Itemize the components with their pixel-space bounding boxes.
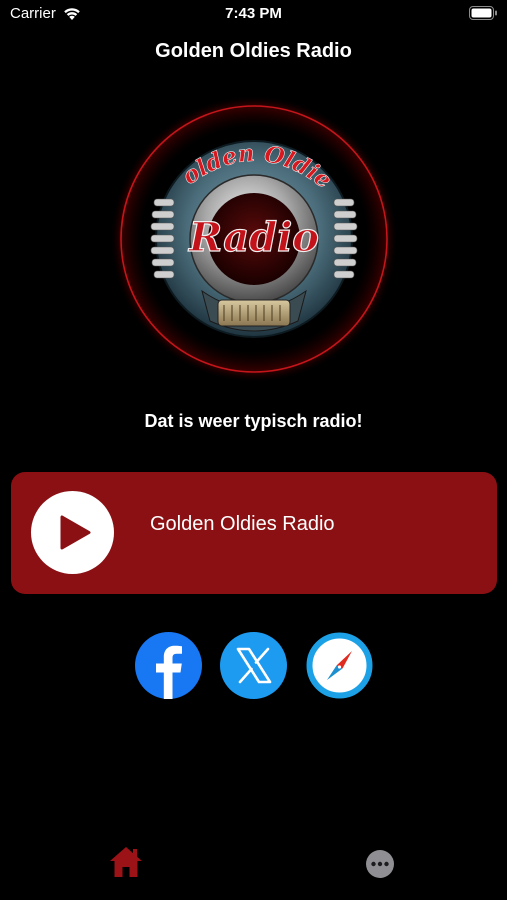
x-icon — [220, 632, 287, 699]
logo-main-text: Radio — [188, 214, 319, 261]
more-icon[interactable] — [366, 850, 394, 878]
facebook-icon — [135, 632, 202, 699]
play-button[interactable] — [31, 491, 114, 574]
station-slogan: Dat is weer typisch radio! — [144, 411, 363, 431]
player-station-name: Golden Oldies Radio — [150, 513, 335, 535]
facebook-button[interactable] — [135, 632, 202, 699]
station-logo: Golden Oldies Radio — [110, 95, 398, 383]
player-card: Golden Oldies Radio — [11, 472, 497, 594]
home-icon[interactable] — [108, 845, 144, 879]
battery-icon — [469, 6, 497, 20]
compass-icon — [306, 632, 373, 699]
status-time: 7:43 PM — [225, 5, 282, 22]
x-button[interactable] — [220, 632, 287, 699]
website-button[interactable] — [306, 632, 373, 699]
play-icon — [60, 515, 91, 550]
tab-bar — [0, 835, 507, 900]
status-bar: Carrier 7:43 PM — [0, 0, 507, 28]
page-title: Golden Oldies Radio — [155, 40, 352, 62]
